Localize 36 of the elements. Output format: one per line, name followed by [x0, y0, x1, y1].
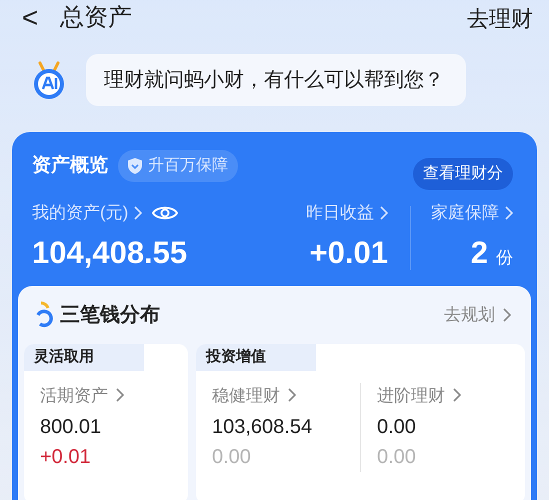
distribution-title: 三笔钱分布 — [60, 303, 160, 328]
guarantee-badge[interactable]: 升百万保障 — [118, 150, 238, 182]
overview-title: 资产概览 — [32, 154, 108, 178]
score-button[interactable]: 查看理财分 — [413, 158, 513, 190]
chevron-icon — [288, 388, 296, 402]
back-button[interactable]: < — [16, 4, 44, 32]
invest-link[interactable]: 去理财 — [467, 2, 533, 34]
chevron-icon — [134, 206, 142, 220]
fund-change: 0.00 — [212, 445, 252, 470]
fund-amount: 0.00 — [377, 415, 417, 440]
chevron-icon — [503, 308, 511, 322]
fund-amount: 103,608.54 — [212, 415, 314, 440]
yesterday-earnings-label[interactable]: 昨日收益 — [306, 200, 374, 226]
assistant-message[interactable]: 理财就问蚂小财，有什么可以帮到您？ — [86, 54, 466, 106]
plan-link[interactable]: 去规划 — [444, 302, 511, 328]
policy-count: 2 — [470, 234, 488, 272]
chevron-icon — [453, 388, 461, 402]
fund-label[interactable]: 活期资产 — [40, 382, 108, 408]
fund-change: 0.00 — [377, 445, 417, 470]
group-title: 灵活取用 — [24, 344, 144, 370]
yesterday-earnings-amount: +0.01 — [310, 234, 388, 272]
total-assets-amount: 104,408.55 — [32, 234, 188, 272]
policy-unit: 份 — [496, 246, 513, 268]
fund-change: +0.01 — [40, 445, 92, 470]
fund-label[interactable]: 进阶理财 — [377, 382, 445, 408]
group-title: 投资增值 — [196, 344, 316, 370]
family-protection-label[interactable]: 家庭保障 — [431, 200, 499, 226]
fund-amount: 800.01 — [40, 415, 102, 440]
my-assets-label[interactable]: 我的资产(元) — [32, 200, 128, 226]
shield-icon — [128, 158, 142, 174]
chevron-icon — [116, 388, 124, 402]
page-title: 总资产 — [60, 3, 132, 33]
chevron-icon — [380, 206, 388, 220]
three-funds-logo-icon — [34, 301, 54, 329]
chevron-icon — [505, 206, 513, 220]
fund-label[interactable]: 稳健理财 — [212, 382, 280, 408]
